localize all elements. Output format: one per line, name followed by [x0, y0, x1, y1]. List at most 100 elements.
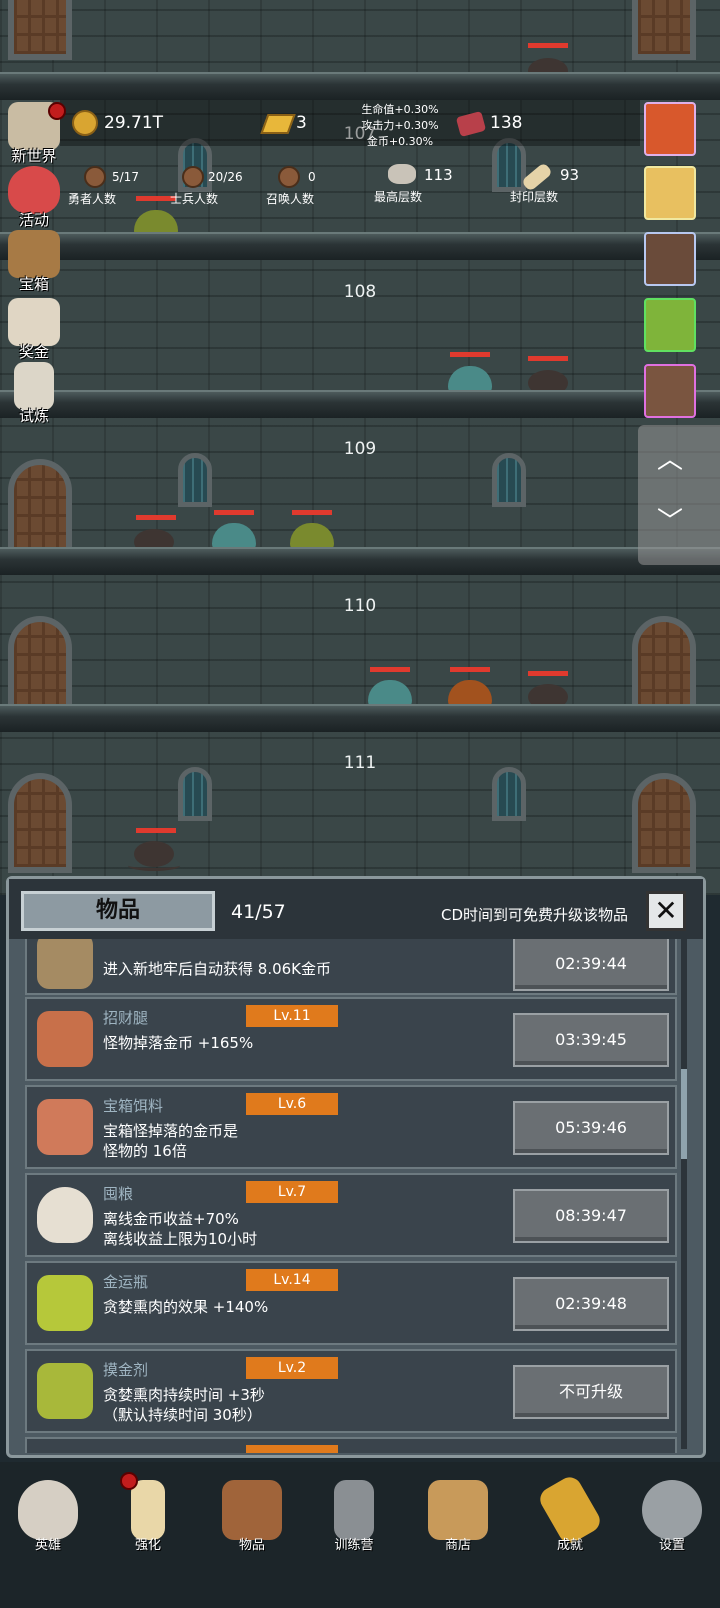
close-button[interactable]: ✕	[646, 891, 686, 931]
menu-label: 活动	[18, 211, 49, 229]
door	[8, 459, 72, 559]
floor-row: 111	[0, 729, 720, 889]
window	[492, 453, 526, 507]
menu-label: 试炼	[18, 407, 49, 425]
item-level-badge	[246, 1445, 338, 1453]
soldier-count-label: 士兵人数	[170, 192, 219, 206]
upgrade-button[interactable]: 08:39:47	[513, 1189, 669, 1243]
max-floor-label: 最高层数	[374, 190, 423, 204]
door	[8, 616, 72, 716]
door	[8, 0, 72, 60]
item-desc: 进入新地牢后自动获得 8.06K金币	[103, 960, 332, 978]
beer-mug-icon	[428, 1480, 488, 1540]
gold-bar-amount: 3	[296, 113, 307, 133]
upgrade-button[interactable]: 不可升级	[513, 1365, 669, 1419]
monster-hp-bar	[528, 671, 568, 676]
gear-icon	[642, 1480, 702, 1540]
bonus-hp: 生命值+0.30%	[361, 103, 439, 116]
nav-label: 设置	[658, 1538, 685, 1553]
nav-heroes[interactable]: 英雄	[0, 1472, 96, 1582]
hero-count: 5/17	[112, 170, 139, 184]
hero-buff-icon[interactable]	[644, 364, 696, 418]
window	[492, 767, 526, 821]
menu-chest[interactable]: 宝箱	[2, 230, 66, 293]
upgrade-button[interactable]: 02:39:48	[513, 1277, 669, 1331]
sealed-floor-label: 封印层数	[510, 190, 559, 204]
steak-icon	[37, 1099, 93, 1155]
menu-bonus[interactable]: 奖金	[2, 298, 66, 361]
list-item: 摸金剂 Lv.2 贪婪熏肉持续时间 +3秒 （默认持续时间 30秒） 不可升级	[25, 1349, 677, 1433]
floor-ledge	[0, 72, 720, 100]
candle-buff-icon[interactable]	[644, 166, 696, 220]
item-name: 摸金剂	[103, 1361, 149, 1379]
nav-achievements[interactable]: 成就	[522, 1472, 618, 1582]
nav-shop[interactable]: 商店	[410, 1472, 506, 1582]
menu-event[interactable]: 活动	[2, 166, 66, 229]
tab-items[interactable]: 物品	[21, 891, 215, 931]
monster-hp-bar	[214, 510, 254, 515]
gold-coin-icon	[72, 110, 98, 136]
nav-label: 成就	[556, 1538, 583, 1553]
bag-icon	[37, 939, 93, 989]
monster-hp-bar	[136, 515, 176, 520]
rock-icon	[388, 164, 416, 184]
upgrade-button[interactable]: 05:39:46	[513, 1101, 669, 1155]
skull-icon	[18, 1480, 78, 1540]
list-item: 招财腿 Lv.11 怪物掉落金币 +165% 03:39:45	[25, 997, 677, 1081]
items-panel: 物品 41/57 CD时间到可免费升级该物品 ✕ 进入新地牢后自动获得 8.06…	[6, 876, 706, 1458]
chest-buff-icon[interactable]	[644, 232, 696, 286]
heart-icon	[8, 166, 60, 214]
candle-icon	[131, 1480, 165, 1540]
nav-enhance[interactable]: 强化	[100, 1472, 196, 1582]
treasure-chest-icon	[8, 230, 60, 278]
monster-hp-bar	[136, 828, 176, 833]
item-list[interactable]: 进入新地牢后自动获得 8.06K金币 02:39:44 招财腿 Lv.11 怪物…	[17, 939, 687, 1453]
potion-jar-icon	[37, 1363, 93, 1419]
notification-dot	[48, 102, 66, 120]
menu-label: 宝箱	[18, 275, 49, 293]
monster-hp-bar	[370, 667, 410, 672]
menu-label: 奖金	[18, 343, 49, 361]
item-level-badge: Lv.7	[246, 1181, 338, 1203]
floor-number: 111	[343, 753, 377, 773]
scroll-up-button[interactable]: ︿	[638, 439, 702, 476]
floor-ledge	[0, 547, 720, 575]
upgrade-button[interactable]: 03:39:45	[513, 1013, 669, 1067]
item-level-badge: Lv.2	[246, 1357, 338, 1379]
list-scrollbar[interactable]	[681, 939, 687, 1449]
item-desc: 怪物掉落金币 +165%	[103, 1034, 254, 1052]
apple-buff-icon[interactable]	[644, 102, 696, 156]
upgrade-button[interactable]: 02:39:44	[513, 939, 669, 991]
floor-row: 110	[0, 572, 720, 732]
nav-label: 强化	[134, 1538, 161, 1553]
nav-label: 训练营	[334, 1538, 374, 1553]
nav-label: 物品	[238, 1538, 265, 1553]
nav-label: 商店	[444, 1538, 471, 1553]
floor-ledge	[0, 390, 720, 418]
monster-hp-bar	[528, 356, 568, 361]
floor-row	[0, 0, 720, 100]
nav-settings[interactable]: 设置	[624, 1472, 720, 1582]
list-item: 金运瓶 Lv.14 贪婪熏肉的效果 +140% 02:39:48	[25, 1261, 677, 1345]
gold-amount: 29.71T	[104, 113, 164, 133]
floor-number: 108	[343, 282, 377, 302]
item-name: 宝箱饵料	[103, 1097, 164, 1115]
nav-training[interactable]: 训练营	[306, 1472, 402, 1582]
spider-monster[interactable]	[128, 841, 180, 871]
sealed-floor-value: 93	[560, 166, 580, 184]
hero-head-icon	[84, 166, 106, 188]
menu-new-world[interactable]: 新世界	[2, 102, 66, 165]
summon-head-icon	[278, 166, 300, 188]
hero-count-label: 勇者人数	[68, 192, 117, 206]
nav-items[interactable]: 物品	[204, 1472, 300, 1582]
scrollbar-thumb[interactable]	[681, 1069, 687, 1159]
slime-buff-icon[interactable]	[644, 298, 696, 352]
panel-header: 物品 41/57 CD时间到可免费升级该物品 ✕	[9, 879, 703, 939]
scroll-down-button[interactable]: ﹀	[638, 501, 702, 538]
menu-trial[interactable]: 试炼	[2, 362, 66, 425]
monster-hp-bar	[528, 43, 568, 48]
window	[178, 453, 212, 507]
book-icon	[222, 1480, 282, 1540]
nav-label: 英雄	[34, 1538, 61, 1553]
item-level-badge: Lv.11	[246, 1005, 338, 1027]
